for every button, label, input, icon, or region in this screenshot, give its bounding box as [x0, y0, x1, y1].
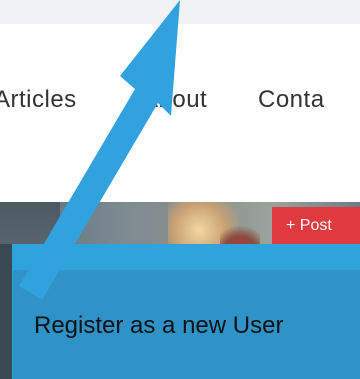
- arrow-icon: [19, 0, 180, 300]
